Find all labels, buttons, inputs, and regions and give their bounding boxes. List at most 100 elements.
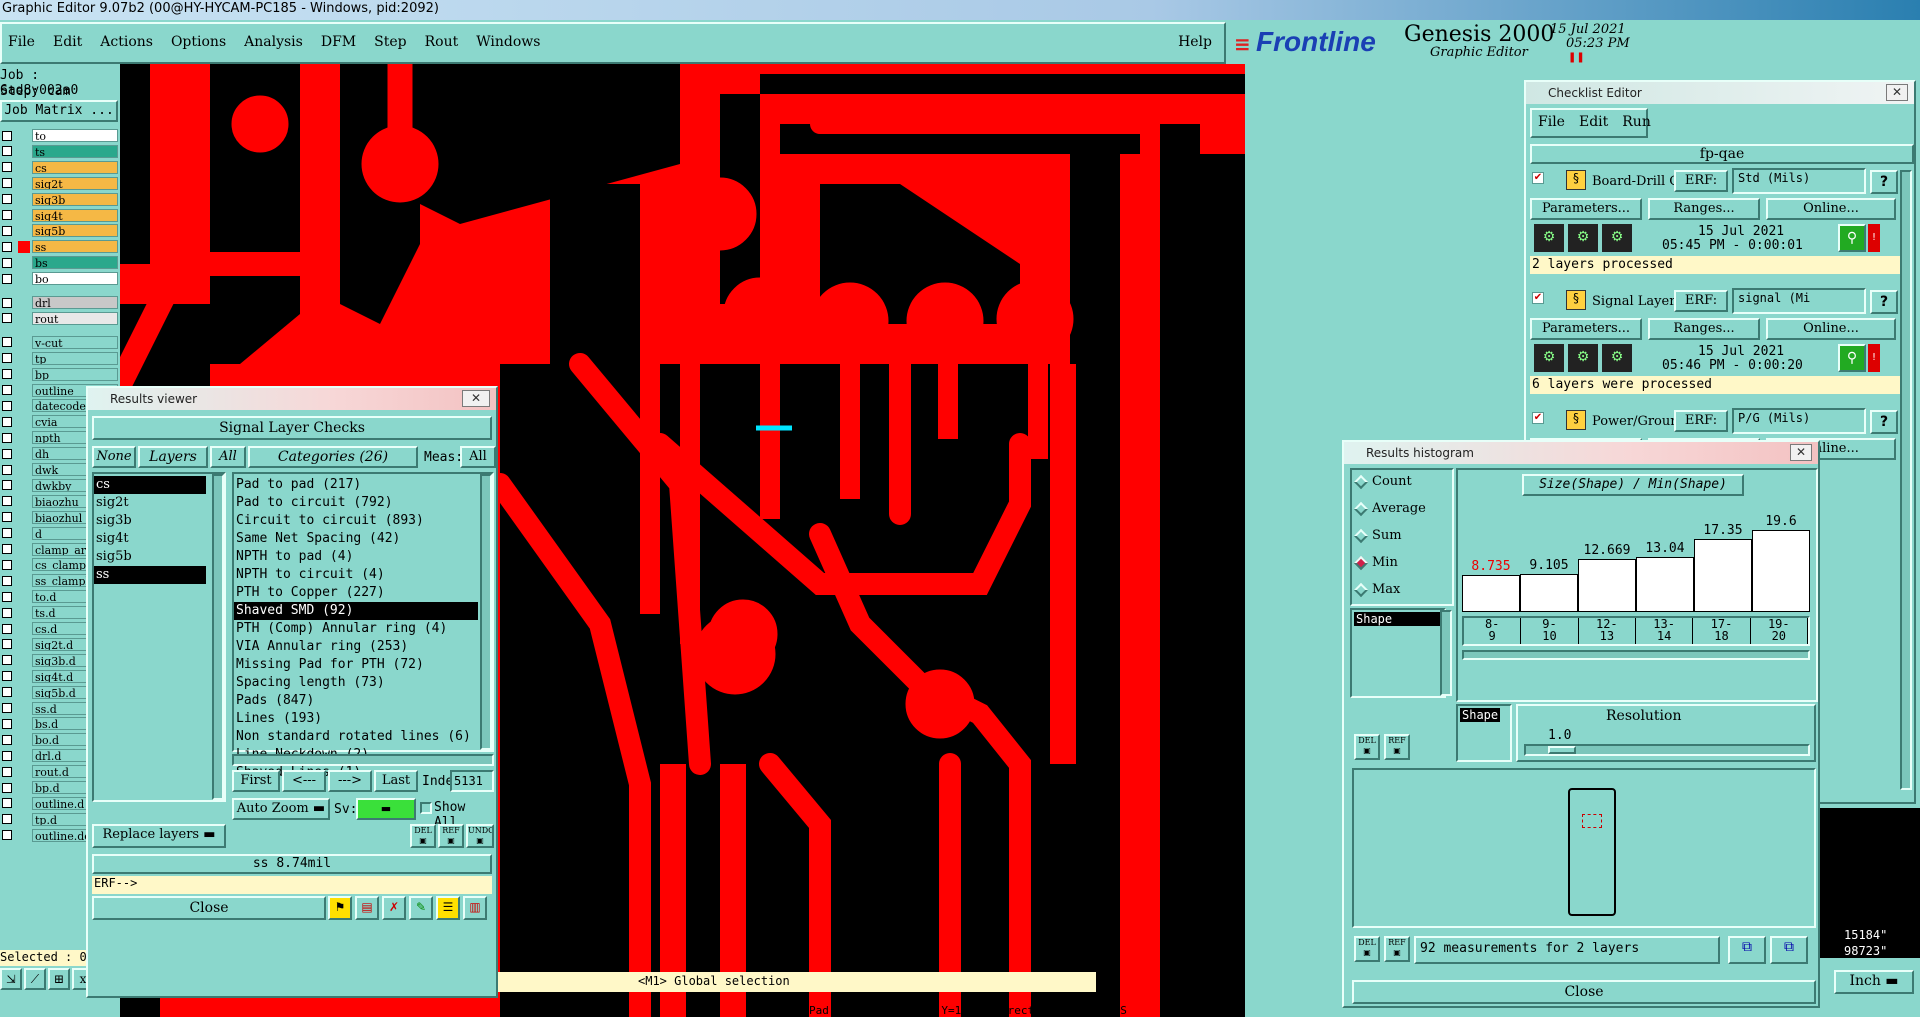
hist-ref-button[interactable]: REF ▣ [1384,734,1410,760]
layer-row[interactable]: ts [0,144,118,159]
last-button[interactable]: Last [374,770,418,792]
layer-row[interactable]: to [0,128,118,143]
layer-row[interactable]: sig3b [0,192,118,207]
erf-field[interactable]: P/G (Mils) [1732,408,1866,434]
layer-row[interactable]: sig4t [0,208,118,223]
histogram-close-button[interactable]: Close [1352,980,1816,1004]
ranges-button[interactable]: Ranges... [1648,198,1760,220]
layer-checkbox[interactable] [2,830,12,841]
layer-checkbox[interactable] [2,814,12,825]
resolution-slider-thumb[interactable] [1548,746,1576,754]
histogram-bar[interactable] [1752,530,1810,612]
flag-tool-icon[interactable]: ⚑ [328,896,352,920]
layer-row[interactable]: drl [0,295,118,310]
mode-radio-min[interactable]: Min [1353,555,1398,570]
hist-del-button[interactable]: DEL ▣ [1354,734,1380,760]
zoom-icon[interactable]: ⚲ [1838,344,1866,372]
layer-checkbox[interactable] [2,146,12,157]
menu-windows[interactable]: Windows [476,34,540,50]
layer-checkbox[interactable] [2,313,12,324]
layer-checkbox[interactable] [2,194,12,205]
run-icon[interactable]: ⚙ [1534,344,1564,372]
result-layer-list[interactable]: cs sig2t sig3b sig4t sig5b ss [92,472,226,802]
menu-rout[interactable]: Rout [425,34,459,50]
online-button[interactable]: Online... [1766,198,1896,220]
layer-checkbox[interactable] [2,273,12,284]
layer-checkbox[interactable] [2,512,12,523]
run-icon[interactable]: ⚙ [1602,344,1632,372]
layer-checkbox[interactable] [2,623,12,634]
layer-checkbox[interactable] [2,766,12,777]
grid-tool-icon[interactable]: ⊞ [48,968,70,990]
close-icon[interactable]: ✕ [1886,84,1908,101]
layer-checkbox[interactable] [2,297,12,308]
menu-options[interactable]: Options [171,34,226,50]
online-button[interactable]: Online... [1766,318,1896,340]
layer-checkbox[interactable] [2,385,12,395]
layer-row[interactable]: sig5b [0,223,118,238]
index-field[interactable] [450,770,494,792]
layers-button[interactable]: Layers [138,446,208,468]
replace-layers-select[interactable]: Replace layers ▬ [92,824,226,848]
mode-radio-max[interactable]: Max [1353,582,1400,597]
layer-checkbox[interactable] [2,353,12,364]
layer-checkbox[interactable] [2,178,12,189]
category-item[interactable]: Shaved SMD (92) [234,602,478,620]
measure-tool-icon[interactable]: ⟋ [24,968,46,990]
result-layer-item[interactable]: sig2t [94,494,206,512]
layer-checkbox[interactable] [2,575,12,586]
histogram-bar[interactable] [1636,557,1694,612]
layer-row[interactable]: bs [0,255,118,270]
category-item[interactable]: Spacing length (73) [234,674,478,692]
category-item[interactable]: Circuit to circuit (893) [234,512,478,530]
layer-checkbox[interactable] [2,225,12,236]
close-button[interactable]: Close [92,896,326,920]
checklist-scrollbar[interactable] [1900,170,1912,790]
histogram-bar[interactable] [1578,559,1636,612]
result-layer-item[interactable]: cs [94,476,206,494]
zoom-out-icon[interactable]: ⧉ [1770,936,1808,964]
menu-analysis[interactable]: Analysis [244,34,303,50]
category-item[interactable]: PTH to Copper (227) [234,584,478,602]
histogram-bar[interactable] [1462,575,1520,612]
help-icon[interactable]: ? [1870,170,1898,194]
check-enable-checkbox[interactable]: ✔ [1532,172,1544,184]
run-icon[interactable]: ⚙ [1568,224,1598,252]
layer-checkbox[interactable] [2,782,12,793]
category-hscrollbar[interactable] [232,754,494,766]
mode-radio-sum[interactable]: Sum [1353,528,1402,543]
none-button[interactable]: None [92,446,136,468]
category-item[interactable]: Same Net Spacing (42) [234,530,478,548]
checklist-menu-run[interactable]: Run [1622,114,1651,132]
category-item[interactable]: PTH (Comp) Annular ring (4) [234,620,478,638]
layer-row[interactable]: bo [0,271,118,286]
edit-tool-icon[interactable]: ✎ [409,896,433,920]
histogram-bar[interactable] [1694,539,1752,612]
layer-checkbox[interactable] [2,607,12,618]
category-item[interactable]: Pads (847) [234,692,478,710]
all-button[interactable]: All [210,446,246,468]
layer-checkbox[interactable] [2,257,12,268]
category-item[interactable]: Non standard rotated lines (6) [234,728,478,746]
layer-checkbox[interactable] [2,591,12,602]
shape-item[interactable]: Shape [1460,708,1500,722]
parameters-button[interactable]: Parameters... [1530,198,1642,220]
layer-row[interactable]: sig2t [0,176,118,191]
show-all-checkbox[interactable] [420,802,432,814]
unit-select[interactable]: Inch ▬ [1834,970,1914,994]
zoom-icon[interactable]: ⚲ [1838,224,1866,252]
layer-checkbox[interactable] [2,687,12,698]
run-icon[interactable]: ⚙ [1568,344,1598,372]
category-scrollbar[interactable] [480,474,492,750]
undo-button[interactable]: UNDO ▣ [466,824,494,848]
erf-field[interactable]: signal (Mi [1732,288,1866,314]
del-button[interactable]: DEL ▣ [410,824,436,848]
auto-zoom-select[interactable]: Auto Zoom ▬ [232,798,330,820]
help-icon[interactable]: ? [1870,290,1898,314]
layer-checkbox[interactable] [2,416,12,427]
layer-checkbox[interactable] [2,210,12,220]
list-tool-icon[interactable]: ☰ [436,896,460,920]
layer-row[interactable]: tp [0,351,118,366]
category-item[interactable]: Lines (193) [234,710,478,728]
help-icon[interactable]: ? [1870,410,1898,434]
